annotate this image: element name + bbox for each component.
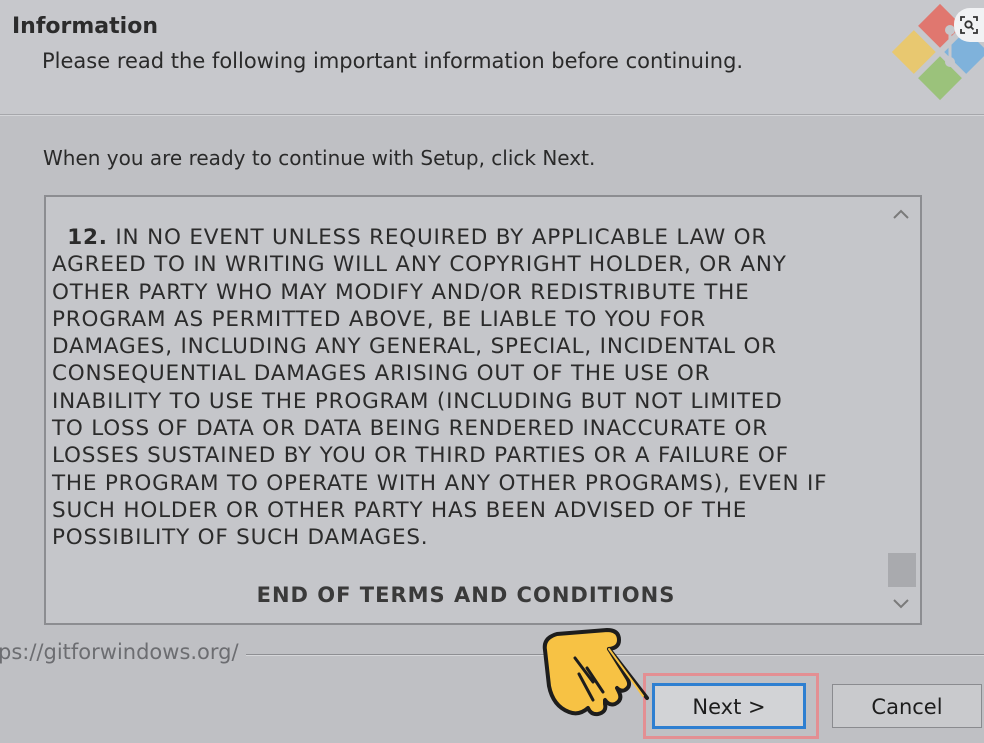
next-button[interactable]: Next > bbox=[652, 683, 806, 729]
license-section-number: 12. bbox=[67, 225, 108, 250]
license-line: IN NO EVENT UNLESS REQUIRED BY APPLICABL… bbox=[107, 225, 768, 250]
license-line: INABILITY TO USE THE PROGRAM (INCLUDING … bbox=[52, 388, 783, 414]
scroll-thumb[interactable] bbox=[888, 553, 916, 587]
pointing-hand-icon bbox=[542, 628, 649, 717]
license-text-box[interactable]: 12. IN NO EVENT UNLESS REQUIRED BY APPLI… bbox=[44, 195, 922, 625]
license-line: AGREED TO IN WRITING WILL ANY COPYRIGHT … bbox=[52, 252, 787, 278]
screen-search-button[interactable] bbox=[954, 8, 984, 42]
header-divider bbox=[0, 114, 984, 116]
page-subtitle: Please read the following important info… bbox=[42, 49, 744, 73]
header-panel: Information Please read the following im… bbox=[0, 0, 984, 114]
license-scrollbar[interactable] bbox=[884, 197, 920, 623]
license-text: 12. IN NO EVENT UNLESS REQUIRED BY APPLI… bbox=[52, 224, 882, 552]
license-line: SUCH HOLDER OR OTHER PARTY HAS BEEN ADVI… bbox=[52, 497, 748, 523]
license-line: POSSIBILITY OF SUCH DAMAGES. bbox=[52, 525, 429, 551]
license-line: DAMAGES, INCLUDING ANY GENERAL, SPECIAL,… bbox=[52, 334, 777, 360]
license-line: LOSSES SUSTAINED BY YOU OR THIRD PARTIES… bbox=[52, 443, 789, 469]
scroll-down-icon[interactable] bbox=[892, 595, 910, 614]
license-line: CONSEQUENTIAL DAMAGES ARISING OUT OF THE… bbox=[52, 361, 711, 387]
screen-search-icon bbox=[960, 16, 978, 34]
license-line: THE PROGRAM TO OPERATE WITH ANY OTHER PR… bbox=[52, 470, 828, 496]
license-line: OTHER PARTY WHO MAY MODIFY AND/OR REDIST… bbox=[52, 279, 750, 305]
license-line: PROGRAM AS PERMITTED ABOVE, BE LIABLE TO… bbox=[52, 306, 706, 332]
license-line: TO LOSS OF DATA OR DATA BEING RENDERED I… bbox=[52, 416, 768, 442]
page-title: Information bbox=[12, 14, 158, 39]
footer-url: ps://gitforwindows.org/ bbox=[0, 640, 239, 664]
license-end-heading: END OF TERMS AND CONDITIONS bbox=[256, 583, 676, 607]
cancel-button[interactable]: Cancel bbox=[832, 684, 982, 728]
scroll-up-icon[interactable] bbox=[892, 205, 910, 224]
instruction-text: When you are ready to continue with Setu… bbox=[43, 146, 596, 170]
